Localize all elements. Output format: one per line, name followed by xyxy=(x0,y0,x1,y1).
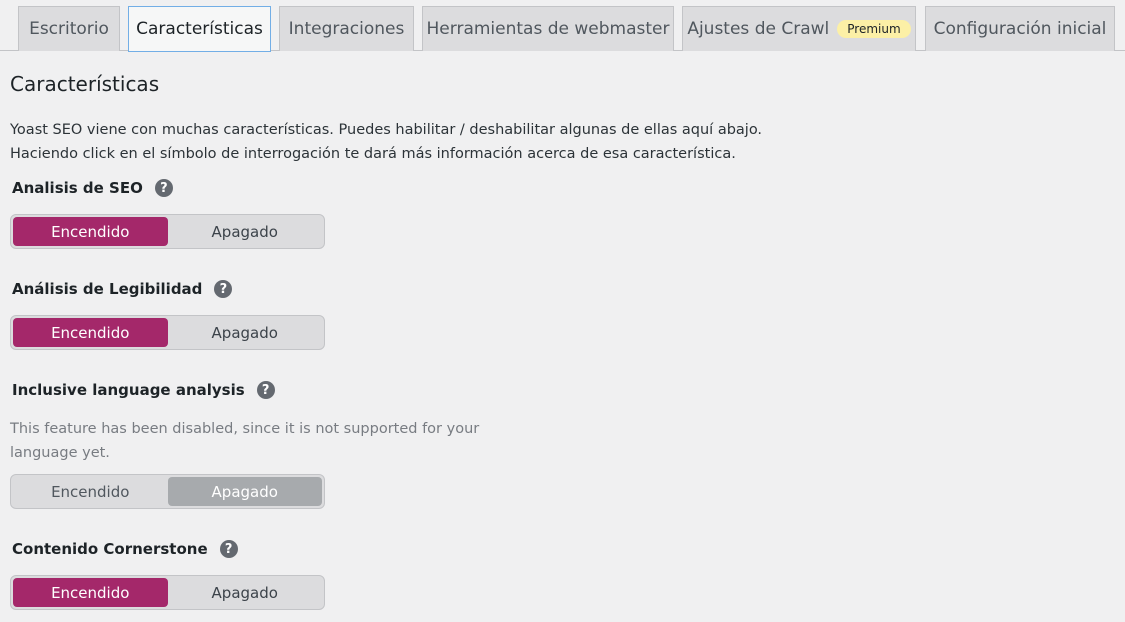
toggle-cornerstone-content: Encendido Apagado xyxy=(10,575,325,610)
tab-bar: Escritorio Características Integraciones… xyxy=(0,0,1125,52)
intro-line-1: Yoast SEO viene con muchas característic… xyxy=(10,122,763,138)
intro-line-2: Haciendo click en el símbolo de interrog… xyxy=(10,146,736,162)
toggle-option-on[interactable]: Encendido xyxy=(13,318,168,347)
tab-label: Herramientas de webmaster xyxy=(426,19,670,39)
tab-label: Escritorio xyxy=(29,19,109,39)
help-question-icon[interactable]: ? xyxy=(214,280,233,298)
tab-label: Configuración inicial xyxy=(933,19,1107,39)
feature-label-text: Análisis de Legibilidad xyxy=(12,280,203,298)
toggle-option-off: Apagado xyxy=(167,477,322,506)
feature-label-text: Contenido Cornerstone xyxy=(12,540,208,558)
feature-label-inclusive-language: Inclusive language analysis ? xyxy=(12,381,275,399)
help-question-icon[interactable]: ? xyxy=(154,179,173,197)
tab-label: Ajustes de Crawl xyxy=(687,19,830,39)
feature-label-seo-analysis: Analisis de SEO ? xyxy=(12,179,173,197)
feature-label-text: Analisis de SEO xyxy=(12,179,143,197)
tab-escritorio[interactable]: Escritorio xyxy=(18,6,120,51)
tab-label: Características xyxy=(136,19,263,39)
help-question-icon[interactable]: ? xyxy=(219,540,238,558)
tab-herramientas-webmaster[interactable]: Herramientas de webmaster xyxy=(422,6,674,51)
toggle-option-off[interactable]: Apagado xyxy=(168,578,323,607)
help-question-icon[interactable]: ? xyxy=(256,381,275,399)
tab-label: Integraciones xyxy=(288,19,405,39)
feature-label-cornerstone-content: Contenido Cornerstone ? xyxy=(12,540,238,558)
premium-badge: Premium xyxy=(837,20,911,38)
feature-label-text: Inclusive language analysis xyxy=(12,381,245,399)
tab-caracteristicas[interactable]: Características xyxy=(128,6,271,52)
toggle-option-on: Encendido xyxy=(51,482,130,501)
tab-integraciones[interactable]: Integraciones xyxy=(279,6,414,51)
toggle-readability-analysis: Encendido Apagado xyxy=(10,315,325,350)
toggle-seo-analysis: Encendido Apagado xyxy=(10,214,325,249)
page-title: Características xyxy=(10,72,160,96)
toggle-option-on[interactable]: Encendido xyxy=(13,217,168,246)
toggle-option-off[interactable]: Apagado xyxy=(168,217,323,246)
tab-ajustes-crawl[interactable]: Ajustes de Crawl Premium xyxy=(682,6,916,51)
intro-text: Yoast SEO viene con muchas característic… xyxy=(10,118,910,166)
toggle-option-off[interactable]: Apagado xyxy=(168,318,323,347)
feature-disabled-note: This feature has been disabled, since it… xyxy=(10,421,480,461)
toggle-option-on[interactable]: Encendido xyxy=(13,578,168,607)
toggle-inclusive-language: Encendido Apagado xyxy=(10,474,325,509)
tab-configuracion-inicial[interactable]: Configuración inicial xyxy=(925,6,1115,51)
feature-label-readability-analysis: Análisis de Legibilidad ? xyxy=(12,280,233,298)
